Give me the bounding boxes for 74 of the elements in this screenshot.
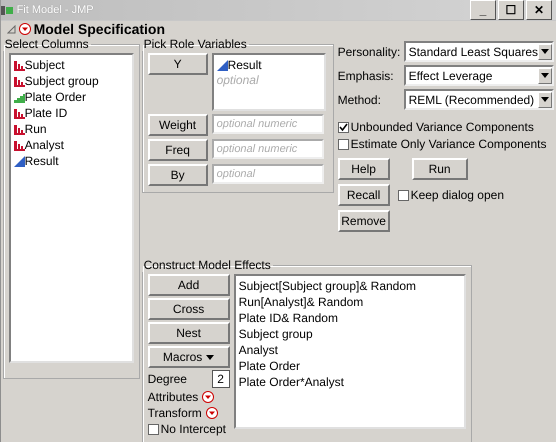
role-button[interactable]: By	[148, 164, 208, 186]
bar-chart-icon	[14, 124, 25, 134]
menu-label: Transform	[148, 406, 202, 420]
role-button[interactable]: Weight	[148, 114, 208, 136]
app-icon	[0, 6, 13, 14]
menu-icon[interactable]	[202, 391, 214, 403]
column-item[interactable]: Plate Order	[24, 90, 86, 104]
dropdown[interactable]: Effect Leverage	[404, 65, 554, 86]
group-title: Pick Role Variables	[142, 37, 248, 51]
effect-item[interactable]: Plate Order*Analyst	[238, 375, 344, 389]
effect-item[interactable]: Analyst	[238, 343, 278, 357]
effect-button[interactable]: Cross	[148, 298, 230, 320]
role-item[interactable]: Result	[228, 58, 262, 72]
checkbox-label: Estimate Only Variance Components	[350, 137, 546, 151]
caret-icon[interactable]	[538, 68, 552, 84]
menu-label: Attributes	[148, 390, 198, 404]
minimize-button[interactable]: _	[470, 0, 496, 20]
input-field[interactable]: optional numeric	[212, 114, 324, 134]
column-item[interactable]: Result	[24, 154, 59, 168]
dropdown[interactable]: Standard Least Squares	[404, 41, 554, 62]
remove-button[interactable]: Remove	[338, 210, 390, 232]
menu-icon[interactable]	[18, 23, 31, 35]
checkbox[interactable]	[338, 122, 349, 132]
field-label: Emphasis:	[338, 68, 395, 82]
menu-icon[interactable]	[206, 407, 218, 419]
disclosure-icon[interactable]	[6, 24, 16, 34]
maximize-button[interactable]: ☐	[498, 0, 524, 20]
checkbox[interactable]	[338, 138, 349, 150]
caret-icon	[206, 354, 214, 360]
checkbox-label: Keep dialog open	[410, 188, 504, 202]
effect-item[interactable]: Subject[Subject group]& Random	[238, 279, 416, 293]
field-label: Personality:	[338, 44, 400, 58]
group-title: Select Columns	[4, 37, 90, 51]
run-button[interactable]: Run	[412, 158, 468, 180]
column-item[interactable]: Subject group	[24, 74, 99, 88]
dropdown[interactable]: REML (Recommended)	[404, 89, 554, 110]
bar-chart-icon	[14, 60, 25, 70]
field-label: Degree	[148, 372, 187, 386]
bar-chart-icon	[14, 76, 25, 86]
effect-item[interactable]: Plate Order	[238, 359, 300, 373]
degree-field[interactable]: 2	[212, 370, 230, 388]
field-label: Method:	[338, 92, 382, 106]
caret-icon[interactable]	[538, 92, 552, 108]
triangle-icon	[216, 60, 228, 70]
caret-icon[interactable]	[538, 44, 552, 60]
group-title: Construct Model Effects	[142, 258, 272, 272]
triangle-icon	[14, 156, 25, 166]
window-title: Fit Model - JMP	[16, 4, 95, 16]
section-title: Model Specification	[34, 21, 166, 37]
help-button[interactable]: Help	[338, 158, 390, 180]
effect-item[interactable]: Plate ID& Random	[238, 311, 338, 325]
column-item[interactable]: Plate ID	[24, 106, 68, 120]
recall-button[interactable]: Recall	[338, 184, 390, 206]
column-item[interactable]: Run	[24, 122, 47, 136]
effect-button[interactable]: Add	[148, 274, 230, 296]
column-item[interactable]: Analyst	[24, 138, 64, 152]
checkbox-label: No Intercept	[160, 422, 226, 436]
bar-chart-icon	[14, 140, 25, 150]
close-button[interactable]: ✕	[526, 0, 552, 20]
placeholder-text: optional	[216, 73, 259, 87]
effect-item[interactable]: Subject group	[238, 327, 313, 341]
input-field[interactable]: optional	[212, 164, 324, 184]
role-button[interactable]: Freq	[148, 139, 208, 161]
effect-item[interactable]: Run[Analyst]& Random	[238, 295, 364, 309]
role-button[interactable]: Y	[148, 53, 208, 75]
macros-button[interactable]: Macros	[148, 346, 230, 368]
checkbox[interactable]	[148, 424, 159, 434]
effect-button[interactable]: Nest	[148, 322, 230, 344]
input-field[interactable]: optional numeric	[212, 139, 324, 159]
bar-chart-icon	[14, 92, 25, 102]
checkbox-label: Unbounded Variance Components	[350, 120, 534, 134]
checkbox[interactable]	[398, 190, 409, 200]
column-item[interactable]: Subject	[24, 58, 65, 72]
bar-chart-icon	[14, 108, 25, 118]
